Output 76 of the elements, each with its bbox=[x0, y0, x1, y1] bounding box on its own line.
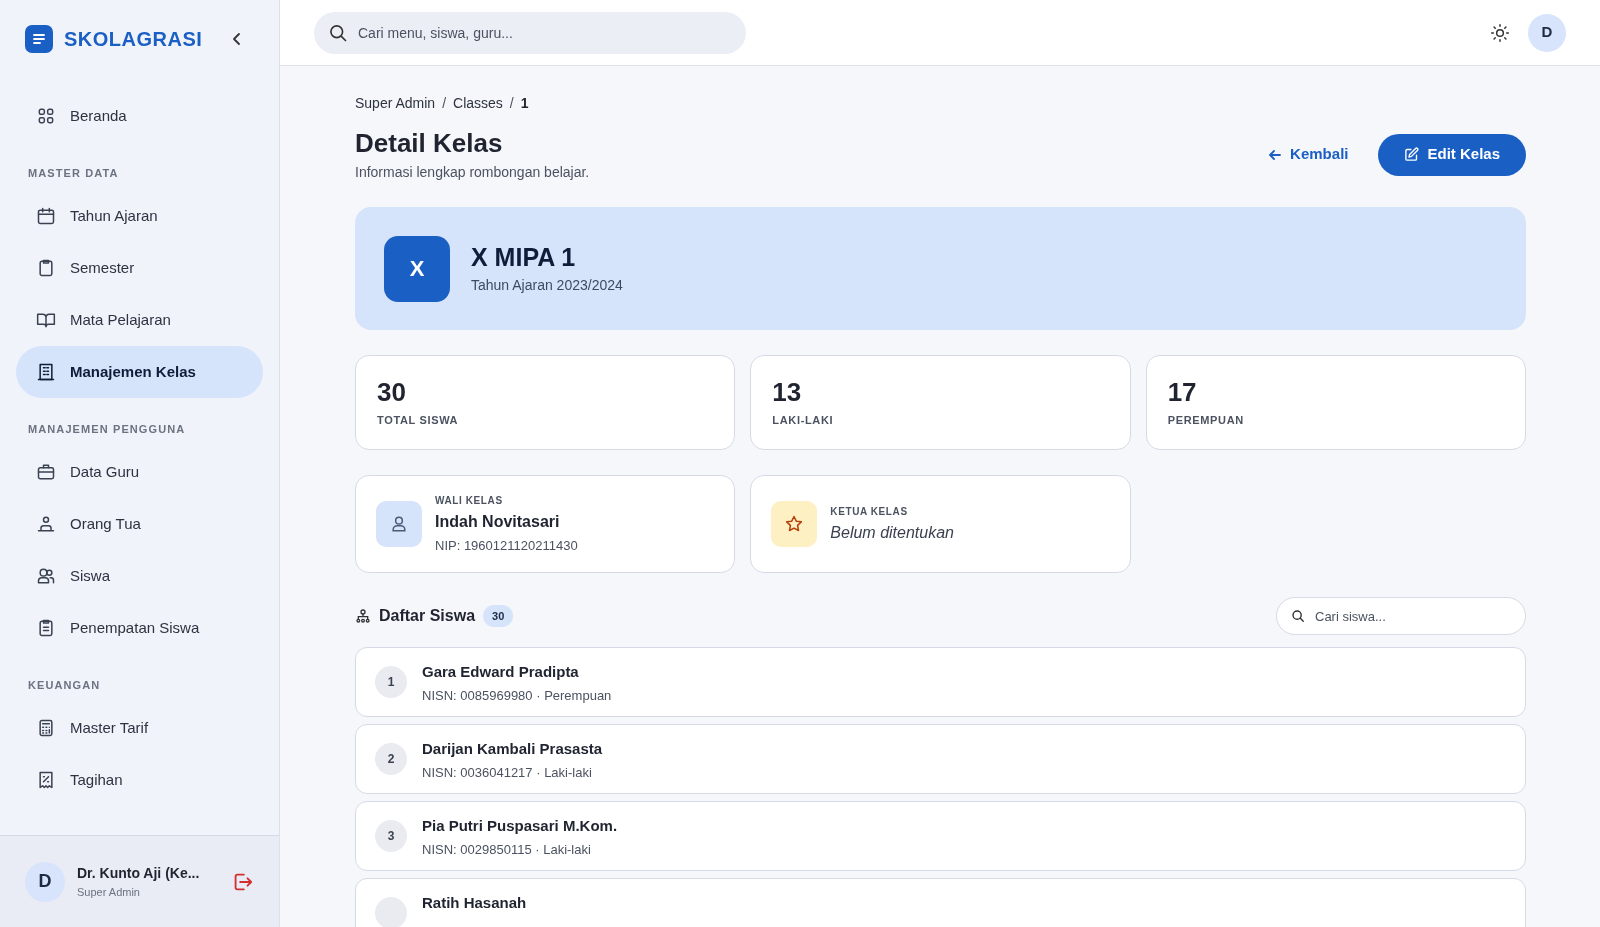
stat-label: TOTAL SISWA bbox=[377, 413, 460, 429]
back-link[interactable]: Kembali bbox=[1261, 134, 1355, 175]
section-title: Daftar Siswa bbox=[379, 606, 476, 626]
users-icon bbox=[36, 566, 56, 586]
user-avatar[interactable]: D bbox=[1528, 13, 1566, 52]
breadcrumb-separator: / bbox=[442, 93, 447, 113]
breadcrumb-separator: / bbox=[509, 93, 514, 113]
student-detail: NISN: 0085969980 · Perempuan bbox=[422, 686, 612, 705]
calendar-icon bbox=[36, 206, 56, 226]
sidebar-item[interactable]: Tahun Ajaran bbox=[16, 190, 263, 242]
student-name: Ratih Hasanah bbox=[422, 893, 527, 913]
role-holder: Belum ditentukan bbox=[830, 522, 954, 543]
user-role: Super Admin bbox=[77, 884, 141, 900]
search-icon bbox=[1291, 609, 1305, 623]
breadcrumb-link[interactable]: Super Admin bbox=[355, 92, 436, 114]
stat-label: LAKI-LAKI bbox=[772, 413, 835, 429]
stat-value: 30 bbox=[377, 376, 407, 409]
student-row[interactable]: 2 Darijan Kambali Prasasta NISN: 0036041217 · Laki-laki bbox=[355, 724, 1526, 794]
clipboard-list-icon bbox=[36, 618, 56, 638]
clipboard-icon bbox=[36, 258, 56, 278]
breadcrumb-current: 1 bbox=[520, 93, 529, 113]
section-heading: MANAJEMEN PENGGUNA bbox=[27, 421, 187, 437]
grid-icon bbox=[36, 106, 56, 126]
user-name: Dr. Kunto Aji (Ke... bbox=[77, 863, 200, 883]
stat-label: PEREMPUAN bbox=[1167, 413, 1245, 429]
breadcrumb-link[interactable]: Classes bbox=[453, 92, 503, 114]
logo-icon bbox=[25, 25, 53, 53]
sidebar-item[interactable]: Tagihan bbox=[16, 754, 263, 806]
role-holder: Indah Novitasari bbox=[435, 511, 561, 532]
sidebar-item[interactable]: Master Tarif bbox=[16, 702, 263, 754]
briefcase-icon bbox=[36, 462, 56, 482]
class-badge: X bbox=[384, 235, 450, 302]
building-icon bbox=[36, 362, 56, 382]
edit-icon bbox=[1404, 147, 1420, 162]
person-icon bbox=[376, 501, 422, 547]
section-heading: MASTER DATA bbox=[27, 165, 120, 181]
role-label: KETUA KELAS bbox=[830, 504, 909, 519]
student-search-field[interactable]: Cari siswa... bbox=[1276, 597, 1526, 635]
student-name: Pia Putri Puspasari M.Kom. bbox=[422, 816, 618, 836]
calculator-icon bbox=[36, 718, 56, 738]
search-field[interactable]: Cari menu, siswa, guru... bbox=[314, 11, 746, 54]
section-heading: KEUANGAN bbox=[27, 677, 102, 693]
sun-icon bbox=[1490, 22, 1510, 43]
row-number: 3 bbox=[375, 820, 407, 852]
row-number: 1 bbox=[375, 666, 407, 698]
academic-year: Tahun Ajaran 2023/2024 bbox=[471, 276, 623, 295]
student-detail: NISN: 0036041217 · Laki-laki bbox=[422, 763, 593, 782]
count-badge: 30 bbox=[483, 605, 514, 627]
user-avatar: D bbox=[25, 861, 65, 902]
search-icon bbox=[328, 22, 348, 43]
sidebar-item[interactable]: Orang Tua bbox=[16, 498, 263, 550]
book-icon bbox=[36, 310, 56, 330]
student-detail: NISN: 0029850115 · Laki-laki bbox=[422, 840, 592, 859]
sidebar-item[interactable]: Data Guru bbox=[16, 446, 263, 498]
student-row[interactable]: 1 Gara Edward Pradipta NISN: 0085969980 · Perempuan bbox=[355, 647, 1526, 717]
app-logo: SKOLAGRASI bbox=[64, 27, 203, 52]
sidebar-item[interactable]: Siswa bbox=[16, 550, 263, 602]
student-row[interactable]: Ratih Hasanah bbox=[355, 878, 1526, 927]
row-number: 2 bbox=[375, 743, 407, 775]
student-name: Darijan Kambali Prasasta bbox=[422, 739, 603, 759]
role-label: WALI KELAS bbox=[435, 493, 504, 508]
page-subtitle: Informasi lengkap rombongan belajar. bbox=[355, 163, 590, 182]
student-row[interactable]: 3 Pia Putri Puspasari M.Kom. NISN: 0029850115 · Laki-laki bbox=[355, 801, 1526, 871]
edit-button[interactable]: Edit Kelas bbox=[1378, 133, 1526, 176]
sidebar-item[interactable]: Mata Pelajaran bbox=[16, 294, 263, 346]
sidebar-item[interactable]: Beranda bbox=[16, 90, 263, 142]
stat-value: 17 bbox=[1167, 376, 1198, 409]
stat-value: 13 bbox=[772, 376, 803, 409]
page-title: Detail Kelas bbox=[355, 127, 504, 160]
class-name: X MIPA 1 bbox=[471, 242, 577, 273]
role-detail: NIP: 1960121120211430 bbox=[435, 536, 578, 555]
student-name: Gara Edward Pradipta bbox=[422, 662, 580, 682]
sidebar-item[interactable]: Penempatan Siswa bbox=[16, 602, 263, 654]
sidebar-item[interactable]: Manajemen Kelas bbox=[16, 346, 263, 398]
receipt-icon bbox=[36, 770, 56, 790]
sidebar-item[interactable]: Semester bbox=[16, 242, 263, 294]
